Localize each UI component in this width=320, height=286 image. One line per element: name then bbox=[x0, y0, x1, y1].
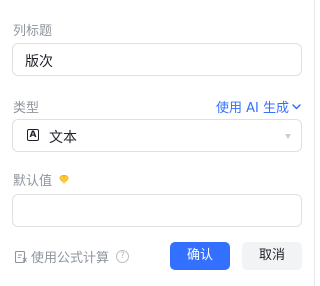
formula-icon bbox=[14, 250, 27, 263]
default-value-label-row: 默认值 bbox=[13, 170, 70, 189]
default-value-input[interactable] bbox=[12, 194, 302, 227]
ai-generate-label: 使用 AI 生成 bbox=[216, 101, 289, 116]
type-selected-value: 文本 bbox=[49, 130, 77, 146]
confirm-button[interactable]: 确认 bbox=[170, 242, 230, 270]
chevron-down-icon bbox=[292, 104, 301, 110]
premium-diamond-icon bbox=[59, 174, 70, 185]
cancel-button[interactable]: 取消 bbox=[242, 242, 302, 270]
default-value-label: 默认值 bbox=[13, 174, 53, 189]
column-title-value: 版次 bbox=[25, 54, 53, 70]
text-type-icon: A bbox=[27, 129, 39, 141]
help-icon[interactable]: ? bbox=[116, 250, 130, 263]
caret-down-icon bbox=[285, 134, 291, 139]
column-title-input[interactable]: 版次 bbox=[12, 43, 302, 76]
type-select[interactable]: A 文本 bbox=[12, 119, 302, 152]
ai-generate-button[interactable]: 使用 AI 生成 bbox=[216, 97, 302, 116]
field-edit-panel: 列标题 版次 类型 使用 AI 生成 A 文本 默认值 使用公式计算 ? 确认 … bbox=[0, 0, 315, 286]
use-formula-label: 使用公式计算 bbox=[31, 251, 110, 266]
column-title-label: 列标题 bbox=[13, 24, 53, 39]
use-formula-toggle[interactable]: 使用公式计算 ? bbox=[14, 247, 130, 266]
type-label: 类型 bbox=[13, 101, 40, 116]
